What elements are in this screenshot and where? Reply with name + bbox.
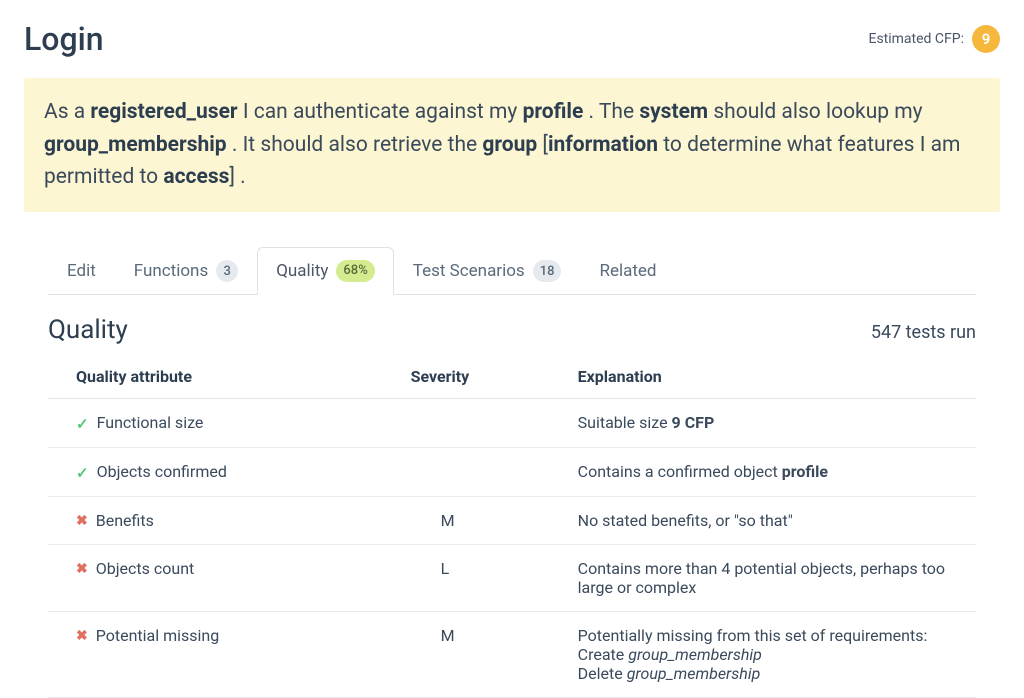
story-text: As a <box>44 100 90 124</box>
cfp-estimate: Estimated CFP: 9 <box>868 25 1000 53</box>
column-header-attribute: Quality attribute <box>48 355 401 399</box>
table-row: ✖ Objects count LContains more than 4 pote… <box>48 544 976 611</box>
attribute-name: Objects count <box>96 559 195 578</box>
story-text: should also lookup my <box>708 100 923 124</box>
check-icon: ✓ <box>76 415 89 433</box>
story-keyword: access <box>163 165 229 189</box>
tab-functions[interactable]: Functions 3 <box>115 247 257 295</box>
explanation-cell: No stated benefits, or "so that" <box>568 496 976 544</box>
story-text: [ <box>537 133 548 157</box>
attribute-name: Potential missing <box>96 626 220 645</box>
explanation-cell: Contains more than 4 potential objects, … <box>568 544 976 611</box>
tab-badge: 3 <box>216 260 238 282</box>
explanation-cell: Contains a confirmed object profile <box>568 447 976 496</box>
cross-icon: ✖ <box>76 513 88 529</box>
attribute-name: Benefits <box>96 511 154 530</box>
severity-cell <box>401 398 568 447</box>
cross-icon: ✖ <box>76 628 88 644</box>
attribute-name: Functional size <box>97 413 204 432</box>
tests-run-count: 547 tests run <box>871 322 976 343</box>
cfp-label: Estimated CFP: <box>868 31 964 47</box>
tab-quality[interactable]: Quality 68% <box>257 247 394 295</box>
tab-badge: 68% <box>336 260 374 282</box>
tab-label: Quality <box>276 261 328 281</box>
story-text: I can authenticate against my <box>238 100 523 124</box>
attribute-cell: ✖ Objects count <box>48 544 401 611</box>
table-row: ✖ Potential missing MPotentially missing f… <box>48 611 976 697</box>
tab-badge: 18 <box>533 260 562 282</box>
story-keyword: group_membership <box>44 133 227 157</box>
attribute-cell: ✖ Benefits <box>48 496 401 544</box>
severity-cell: M <box>401 496 568 544</box>
attribute-cell: ✓ Objects confirmed <box>48 447 401 496</box>
story-text: ] . <box>229 165 245 189</box>
cfp-value-badge: 9 <box>972 25 1000 53</box>
quality-section-header: Quality 547 tests run <box>48 315 976 345</box>
cross-icon: ✖ <box>76 561 88 577</box>
explanation-cell: Potentially missing from this set of req… <box>568 611 976 697</box>
page-header: Login Estimated CFP: 9 <box>24 20 1000 58</box>
check-icon: ✓ <box>76 464 89 482</box>
story-keyword: system <box>639 100 708 124</box>
tabs-bar: Edit Functions 3 Quality 68% Test Scenarios 18… <box>48 246 976 295</box>
story-keyword: profile <box>523 100 584 124</box>
tab-test-scenarios[interactable]: Test Scenarios 18 <box>394 247 581 295</box>
tab-related[interactable]: Related <box>580 247 675 295</box>
page-title: Login <box>24 20 104 58</box>
attribute-cell: ✓ Functional size <box>48 398 401 447</box>
quality-section-title: Quality <box>48 315 128 345</box>
attribute-name: Objects confirmed <box>97 462 227 481</box>
quality-table: Quality attribute Severity Explanation ✓… <box>48 355 976 698</box>
tab-label: Test Scenarios <box>413 261 525 281</box>
column-header-explanation: Explanation <box>568 355 976 399</box>
severity-cell <box>401 447 568 496</box>
table-row: ✖ Benefits MNo stated benefits, or "so tha… <box>48 496 976 544</box>
severity-cell: L <box>401 544 568 611</box>
tab-label: Related <box>599 261 656 281</box>
story-text: . The <box>583 100 639 124</box>
story-keyword: registered_user <box>90 100 237 124</box>
column-header-severity: Severity <box>401 355 568 399</box>
table-row: ✓ Objects confirmed Contains a confirmed o… <box>48 447 976 496</box>
story-keyword: group <box>482 133 537 157</box>
story-keyword: information <box>548 133 658 157</box>
table-row: ✓ Functional size Suitable size 9 CFP <box>48 398 976 447</box>
user-story-box: As a registered_user I can authenticate … <box>24 78 1000 212</box>
tab-edit[interactable]: Edit <box>48 247 115 295</box>
explanation-cell: Suitable size 9 CFP <box>568 398 976 447</box>
severity-cell: M <box>401 611 568 697</box>
story-text: . It should also retrieve the <box>227 133 483 157</box>
tab-label: Functions <box>134 261 208 281</box>
attribute-cell: ✖ Potential missing <box>48 611 401 697</box>
tab-label: Edit <box>67 261 96 281</box>
